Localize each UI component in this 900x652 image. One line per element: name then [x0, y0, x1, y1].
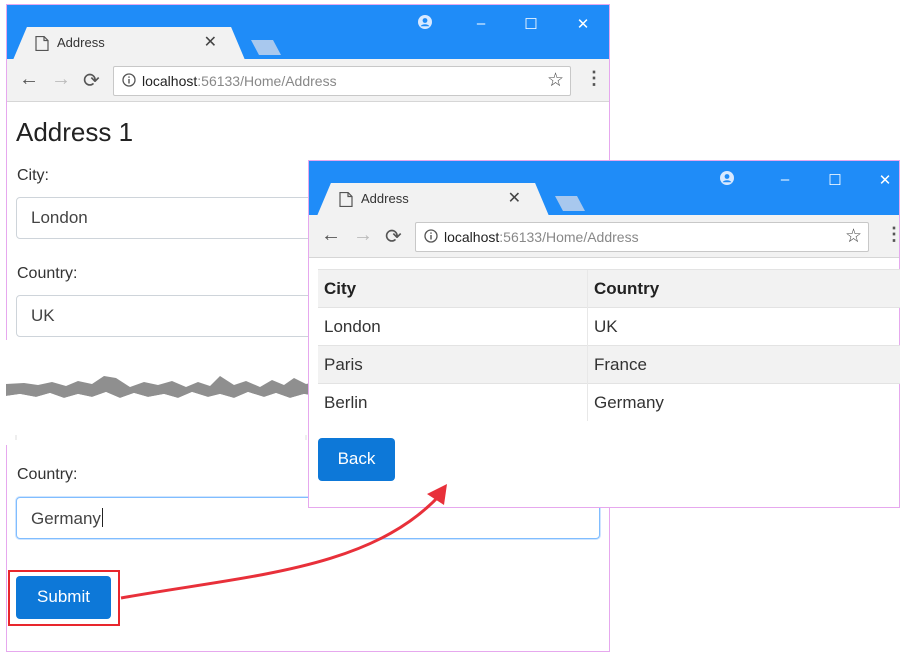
flow-arrow [120, 484, 447, 600]
